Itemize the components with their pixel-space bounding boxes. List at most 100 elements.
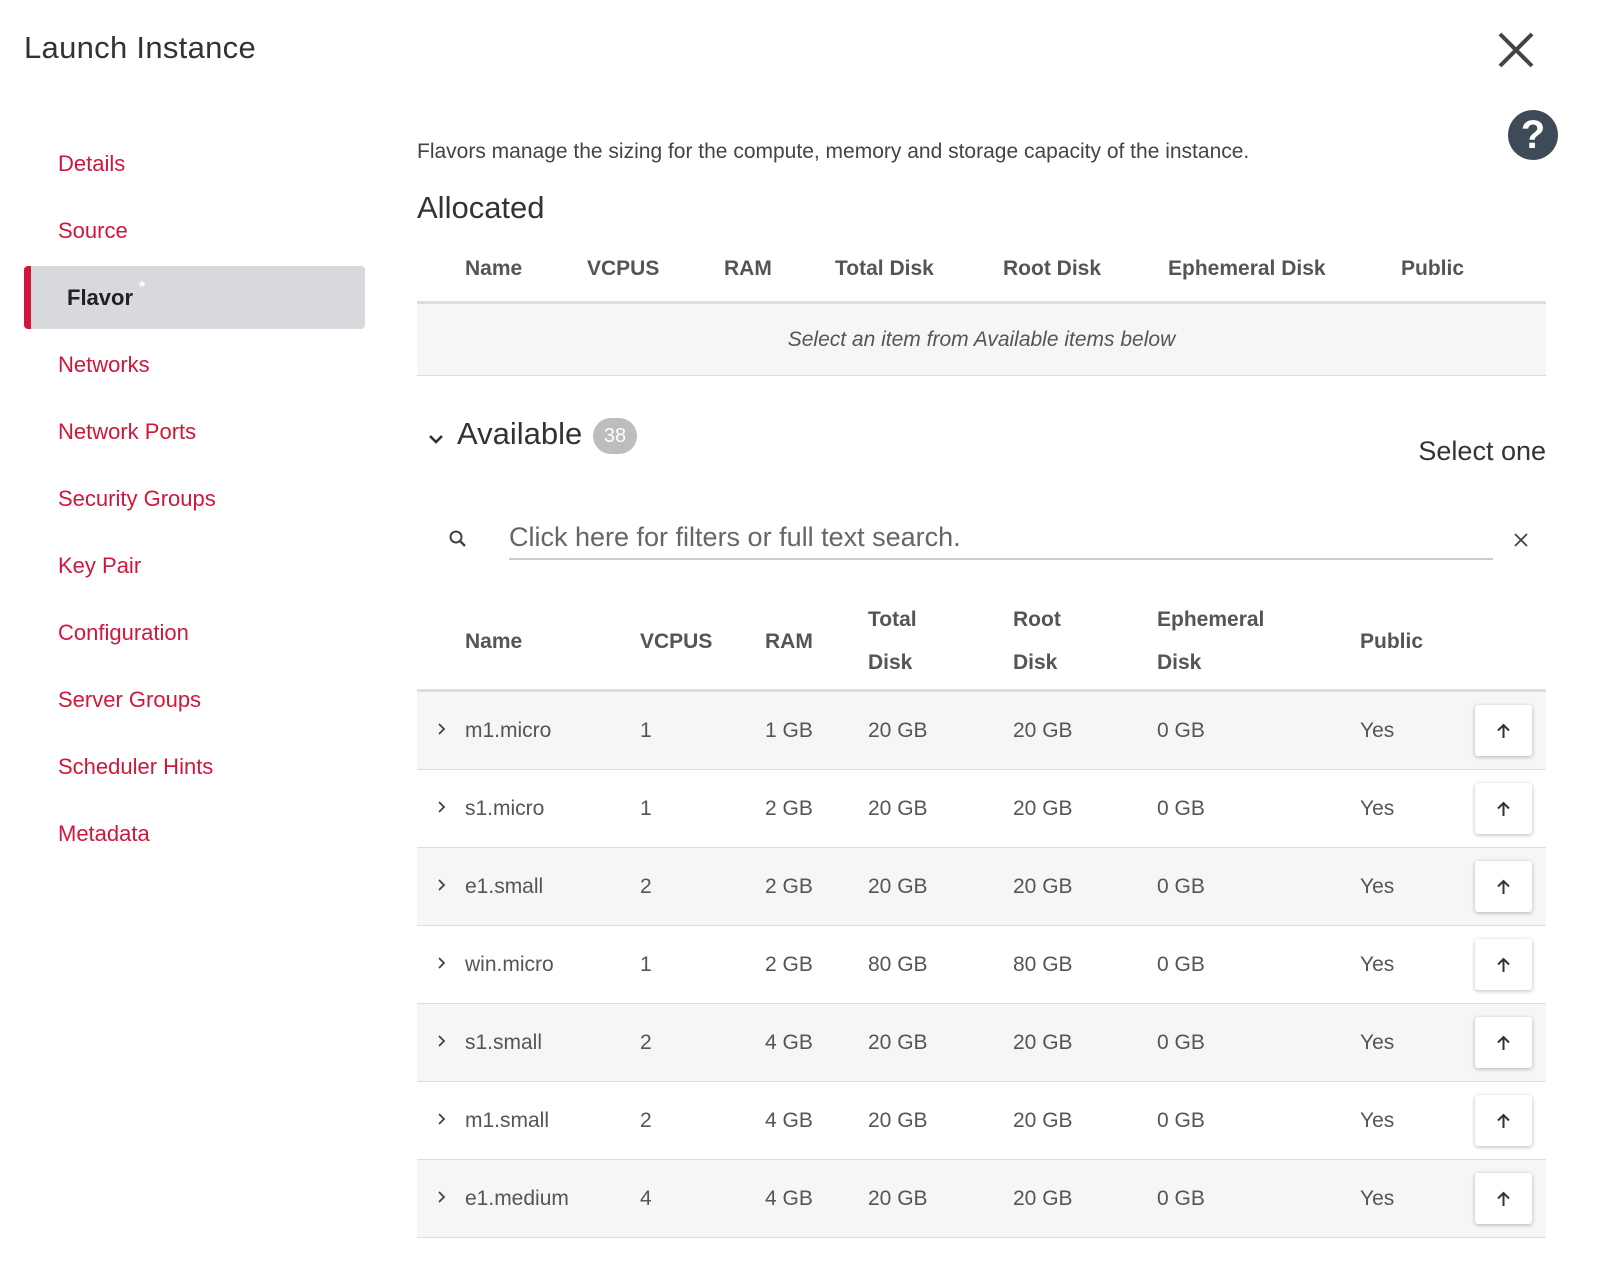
available-title[interactable]: Available bbox=[457, 416, 582, 452]
close-icon bbox=[1498, 32, 1534, 68]
allocated-table-header: Name VCPUS RAM Total Disk Root Disk Ephe… bbox=[417, 236, 1546, 304]
cell-total-disk: 20 GB bbox=[868, 797, 928, 820]
cell-ephemeral-disk: 0 GB bbox=[1157, 797, 1205, 820]
allocate-button[interactable] bbox=[1475, 861, 1532, 912]
allocated-col-ephemeral-disk[interactable]: Ephemeral Disk bbox=[1168, 257, 1401, 281]
chevron-right-icon[interactable] bbox=[435, 956, 449, 970]
search-bar bbox=[417, 516, 1546, 576]
cell-ram: 2 GB bbox=[765, 875, 813, 898]
available-col-vcpus[interactable]: VCPUS bbox=[640, 620, 712, 663]
allocated-col-ram[interactable]: RAM bbox=[724, 257, 835, 281]
cell-public: Yes bbox=[1360, 953, 1395, 976]
available-col-ram[interactable]: RAM bbox=[765, 620, 813, 663]
sidebar-item-configuration[interactable]: Configuration bbox=[24, 601, 365, 664]
sidebar-item-label: Details bbox=[58, 151, 126, 176]
arrow-up-icon bbox=[1497, 1191, 1510, 1206]
available-count-badge: 38 bbox=[593, 418, 637, 454]
sidebar-item-flavor[interactable]: Flavor * bbox=[24, 266, 365, 329]
allocate-button[interactable] bbox=[1475, 939, 1532, 990]
table-row[interactable]: e1.medium 4 4 GB 20 GB 20 GB 0 GB Yes bbox=[417, 1160, 1546, 1238]
cell-total-disk: 20 GB bbox=[868, 719, 928, 742]
search-icon bbox=[449, 530, 466, 547]
sidebar-item-label: Networks bbox=[58, 352, 150, 377]
cell-vcpus: 2 bbox=[640, 875, 652, 898]
table-row[interactable]: m1.small 2 4 GB 20 GB 20 GB 0 GB Yes bbox=[417, 1082, 1546, 1160]
allocate-button[interactable] bbox=[1475, 1017, 1532, 1068]
allocate-button[interactable] bbox=[1475, 1173, 1532, 1224]
search-input[interactable] bbox=[509, 516, 1493, 560]
available-col-ephemeral-disk[interactable]: Ephemeral Disk bbox=[1157, 598, 1264, 684]
cell-ram: 4 GB bbox=[765, 1031, 813, 1054]
chevron-down-icon[interactable] bbox=[425, 428, 447, 450]
chevron-right-icon[interactable] bbox=[435, 722, 449, 736]
allocate-button[interactable] bbox=[1475, 783, 1532, 834]
sidebar-item-source[interactable]: Source bbox=[24, 199, 365, 262]
available-col-total-disk[interactable]: Total Disk bbox=[868, 598, 917, 684]
cell-ephemeral-disk: 0 GB bbox=[1157, 1187, 1205, 1210]
sidebar-item-key-pair[interactable]: Key Pair bbox=[24, 534, 365, 597]
allocated-title: Allocated bbox=[417, 190, 545, 225]
cell-public: Yes bbox=[1360, 719, 1395, 742]
available-col-name[interactable]: Name bbox=[465, 620, 522, 663]
allocated-empty-message: Select an item from Available items belo… bbox=[417, 304, 1546, 376]
sidebar-item-network-ports[interactable]: Network Ports bbox=[24, 400, 365, 463]
chevron-right-icon[interactable] bbox=[435, 1112, 449, 1126]
cell-public: Yes bbox=[1360, 875, 1395, 898]
cell-root-disk: 20 GB bbox=[1013, 1187, 1073, 1210]
cell-vcpus: 4 bbox=[640, 1187, 652, 1210]
sidebar-item-metadata[interactable]: Metadata bbox=[24, 802, 365, 865]
table-row[interactable]: win.micro 1 2 GB 80 GB 80 GB 0 GB Yes bbox=[417, 926, 1546, 1004]
cell-vcpus: 2 bbox=[640, 1109, 652, 1132]
cell-ram: 4 GB bbox=[765, 1187, 813, 1210]
cell-vcpus: 2 bbox=[640, 1031, 652, 1054]
close-button[interactable] bbox=[1494, 28, 1538, 72]
allocate-button[interactable] bbox=[1475, 1095, 1532, 1146]
arrow-up-icon bbox=[1497, 723, 1510, 738]
allocated-col-root-disk[interactable]: Root Disk bbox=[1003, 257, 1168, 281]
allocated-col-public[interactable]: Public bbox=[1401, 257, 1464, 281]
clear-search-icon[interactable] bbox=[1511, 530, 1531, 550]
arrow-up-icon bbox=[1497, 879, 1510, 894]
column-label-line: Total bbox=[868, 608, 917, 631]
table-row[interactable]: e1.small 2 2 GB 20 GB 20 GB 0 GB Yes bbox=[417, 848, 1546, 926]
sidebar-item-security-groups[interactable]: Security Groups bbox=[24, 467, 365, 530]
cell-total-disk: 20 GB bbox=[868, 1031, 928, 1054]
table-row[interactable]: s1.small 2 4 GB 20 GB 20 GB 0 GB Yes bbox=[417, 1004, 1546, 1082]
allocated-col-total-disk[interactable]: Total Disk bbox=[835, 257, 1003, 281]
available-header: Available 38 Select one bbox=[417, 406, 1546, 516]
allocated-col-vcpus[interactable]: VCPUS bbox=[587, 257, 724, 281]
chevron-right-icon[interactable] bbox=[435, 1190, 449, 1204]
available-col-public[interactable]: Public bbox=[1360, 620, 1423, 663]
table-row[interactable]: s1.micro 1 2 GB 20 GB 20 GB 0 GB Yes bbox=[417, 770, 1546, 848]
allocate-button[interactable] bbox=[1475, 705, 1532, 756]
sidebar-item-label: Metadata bbox=[58, 821, 150, 846]
sidebar-item-server-groups[interactable]: Server Groups bbox=[24, 668, 365, 731]
cell-ephemeral-disk: 0 GB bbox=[1157, 719, 1205, 742]
flavor-step-content: Flavors manage the sizing for the comput… bbox=[417, 130, 1546, 1238]
cell-total-disk: 20 GB bbox=[868, 1109, 928, 1132]
chevron-right-icon[interactable] bbox=[435, 800, 449, 814]
sidebar-item-label: Network Ports bbox=[58, 419, 197, 444]
cell-ephemeral-disk: 0 GB bbox=[1157, 1031, 1205, 1054]
cell-name: m1.small bbox=[465, 1109, 550, 1132]
sidebar-item-networks[interactable]: Networks bbox=[24, 333, 365, 396]
arrow-up-icon bbox=[1497, 1035, 1510, 1050]
cell-name: s1.micro bbox=[465, 797, 545, 820]
sidebar-item-details[interactable]: Details bbox=[24, 132, 365, 195]
cell-ram: 4 GB bbox=[765, 1109, 813, 1132]
cell-ram: 2 GB bbox=[765, 797, 813, 820]
column-label-line: Root bbox=[1013, 608, 1061, 631]
cell-root-disk: 20 GB bbox=[1013, 1109, 1073, 1132]
table-row[interactable]: m1.micro 1 1 GB 20 GB 20 GB 0 GB Yes bbox=[417, 692, 1546, 770]
available-col-root-disk[interactable]: Root Disk bbox=[1013, 598, 1061, 684]
cell-name: win.micro bbox=[465, 953, 554, 976]
allocated-col-name[interactable]: Name bbox=[465, 257, 587, 281]
cell-name: s1.small bbox=[465, 1031, 543, 1054]
chevron-right-icon[interactable] bbox=[435, 878, 449, 892]
sidebar-item-scheduler-hints[interactable]: Scheduler Hints bbox=[24, 735, 365, 798]
sidebar-item-label: Scheduler Hints bbox=[58, 754, 214, 779]
cell-ephemeral-disk: 0 GB bbox=[1157, 953, 1205, 976]
chevron-right-icon[interactable] bbox=[435, 1034, 449, 1048]
column-label-line: Disk bbox=[1013, 651, 1058, 674]
cell-name: e1.small bbox=[465, 875, 544, 898]
